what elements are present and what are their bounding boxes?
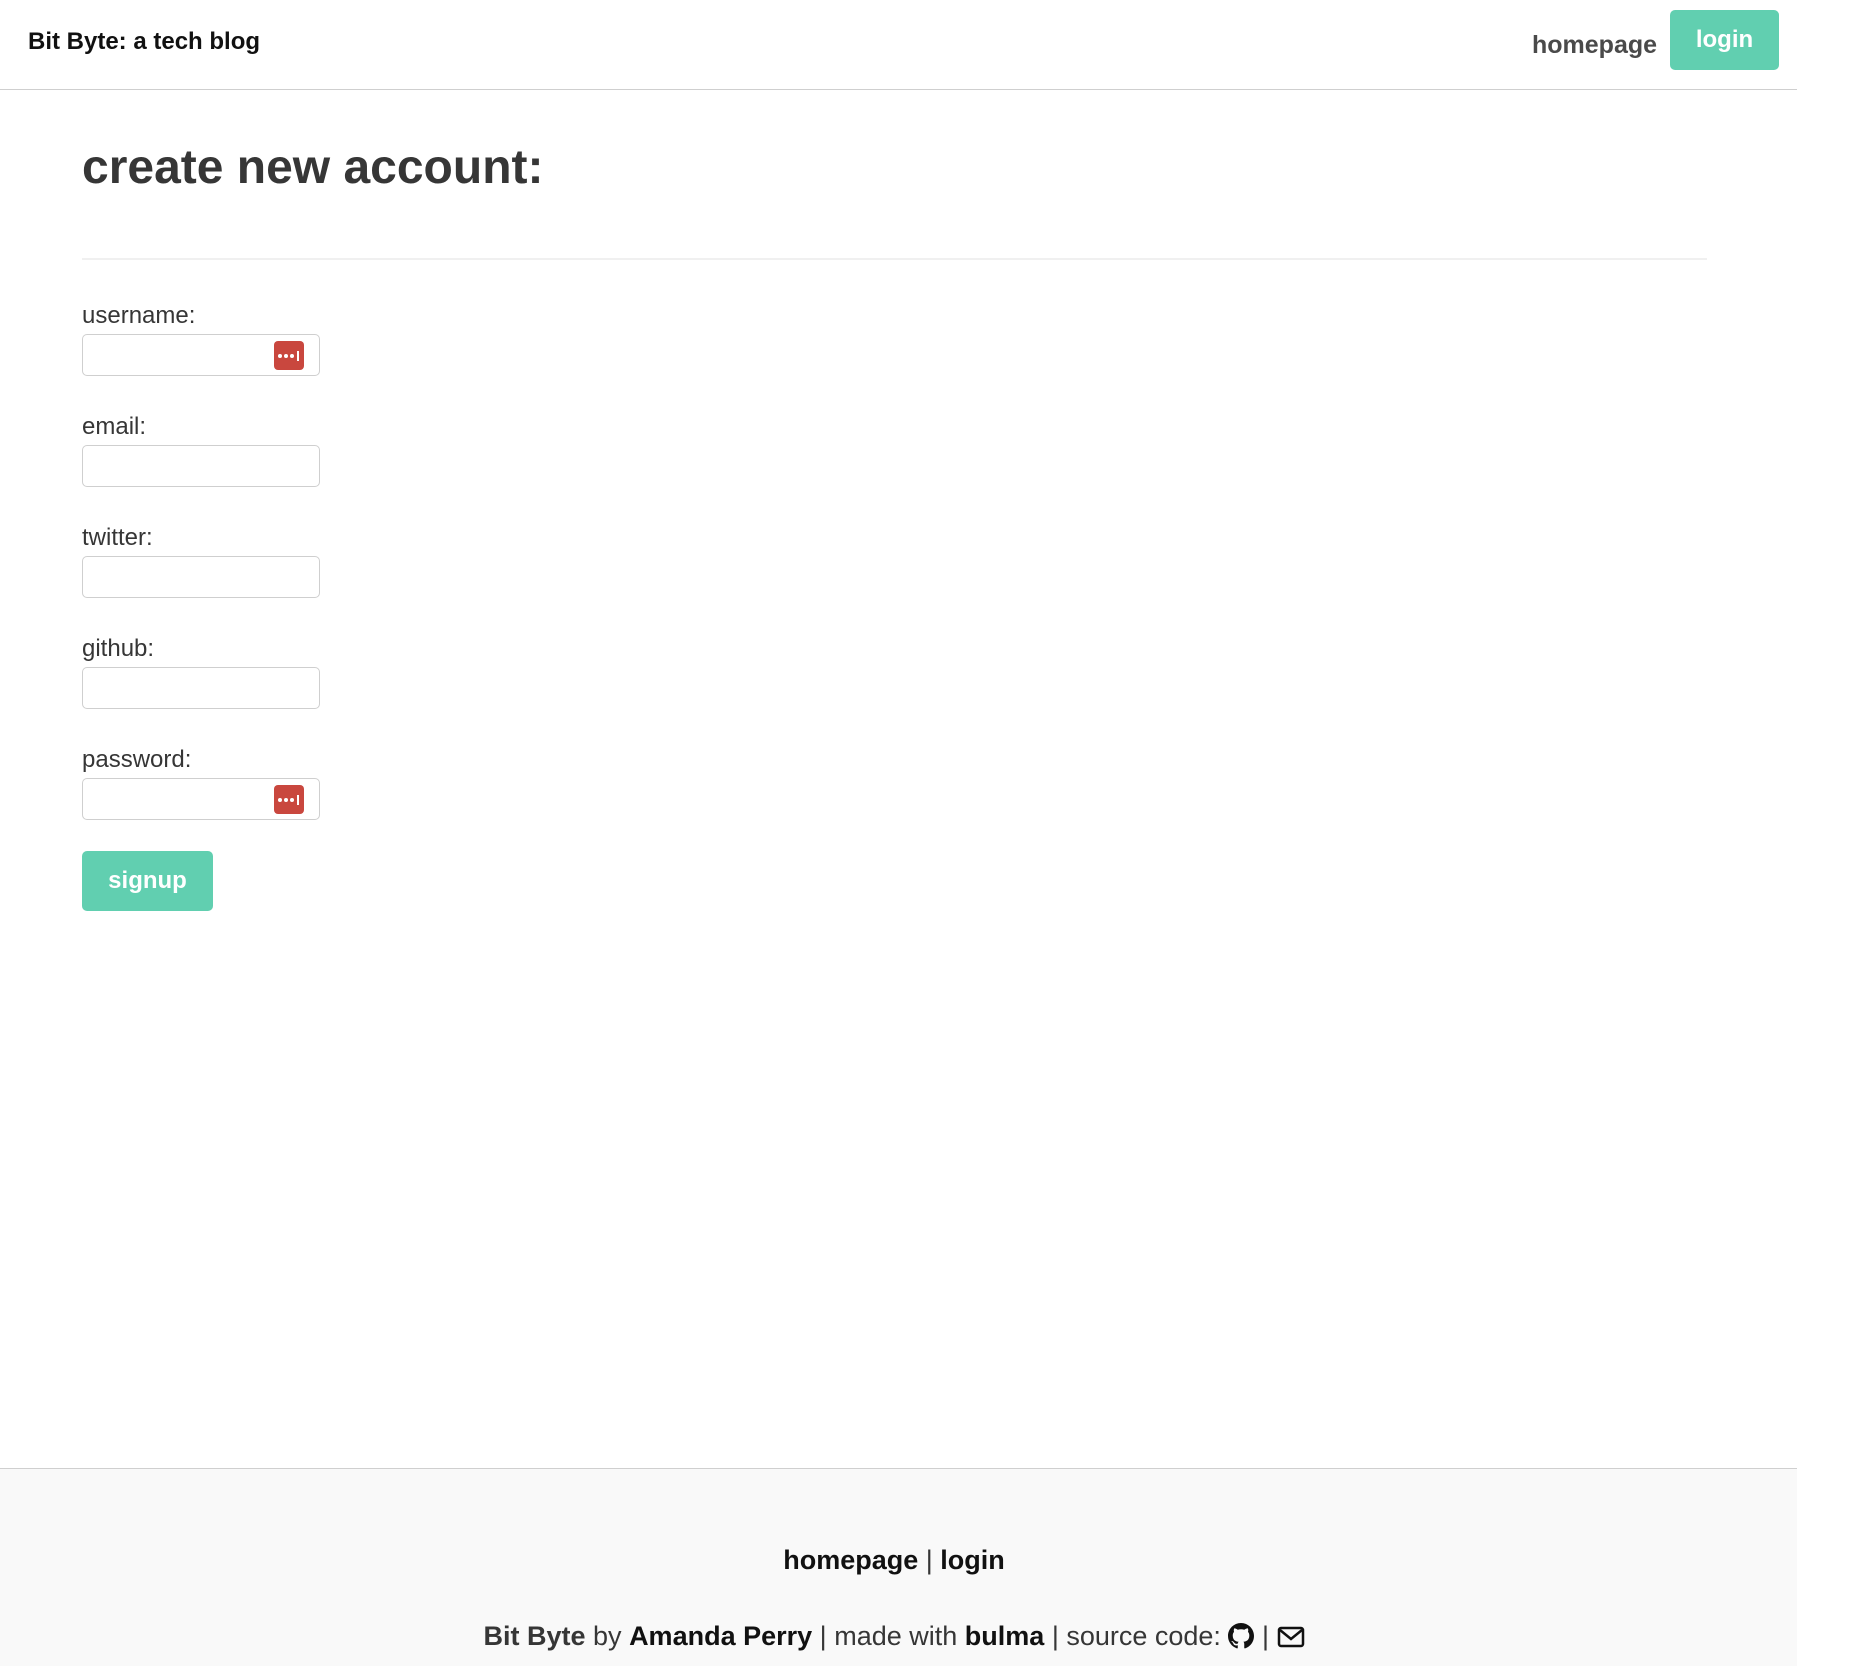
footer-separator: |: [1051, 1621, 1059, 1651]
footer-source-code-text: source code:: [1066, 1621, 1221, 1651]
envelope-icon[interactable]: [1277, 1625, 1305, 1656]
page-title: create new account:: [82, 141, 544, 194]
footer: homepage | login Bit Byte by Amanda Perr…: [0, 1468, 1797, 1666]
email-field[interactable]: [82, 445, 320, 487]
footer-login-link[interactable]: login: [940, 1545, 1004, 1575]
navbar: Bit Byte: a tech blog homepage login: [0, 0, 1797, 90]
twitter-field[interactable]: [82, 556, 320, 598]
github-label: github:: [82, 635, 155, 662]
footer-homepage-link[interactable]: homepage: [783, 1545, 918, 1575]
github-icon[interactable]: [1228, 1623, 1255, 1656]
nav-homepage-link[interactable]: homepage: [1532, 31, 1657, 60]
username-input[interactable]: [83, 335, 299, 373]
password-manager-icon[interactable]: [274, 785, 304, 814]
footer-author-link[interactable]: Amanda Perry: [629, 1621, 812, 1651]
twitter-input[interactable]: [83, 557, 299, 595]
username-field[interactable]: [82, 334, 320, 376]
divider: [82, 258, 1707, 260]
footer-by-text: by: [593, 1621, 622, 1651]
github-field[interactable]: [82, 667, 320, 709]
password-field[interactable]: [82, 778, 320, 820]
signup-button[interactable]: signup: [82, 851, 213, 911]
twitter-label: twitter:: [82, 524, 153, 551]
footer-credits: Bit Byte by Amanda Perry | made with bul…: [0, 1621, 1788, 1656]
password-manager-icon[interactable]: [274, 341, 304, 370]
email-input[interactable]: [83, 446, 299, 484]
footer-separator: |: [819, 1621, 827, 1651]
username-label: username:: [82, 302, 196, 329]
footer-nav: homepage | login: [0, 1545, 1788, 1576]
footer-separator: |: [1261, 1621, 1269, 1651]
site-brand[interactable]: Bit Byte: a tech blog: [28, 28, 260, 56]
footer-made-with-text: made with: [834, 1621, 958, 1651]
page: Bit Byte: a tech blog homepage login cre…: [0, 0, 1876, 1666]
footer-nav-separator: |: [925, 1545, 933, 1575]
github-input[interactable]: [83, 668, 299, 706]
footer-site-name: Bit Byte: [483, 1621, 586, 1651]
password-label: password:: [82, 746, 192, 773]
nav-login-button[interactable]: login: [1670, 10, 1779, 70]
footer-bulma-link[interactable]: bulma: [965, 1621, 1045, 1651]
password-input[interactable]: [83, 779, 299, 817]
email-label: email:: [82, 413, 147, 440]
